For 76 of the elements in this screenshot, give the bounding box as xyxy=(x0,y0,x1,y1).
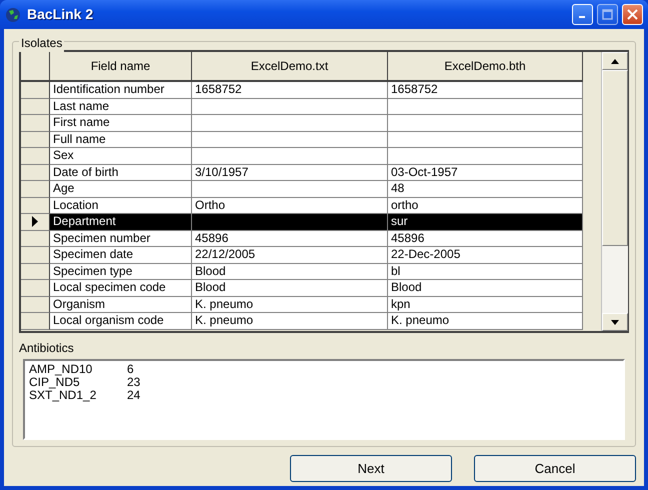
table-cell: bl xyxy=(388,264,583,280)
table-cell: Specimen date xyxy=(50,247,192,264)
table-cell: Organism xyxy=(50,296,192,313)
table-cell: 3/10/1957 xyxy=(192,164,388,181)
table-cell: Specimen type xyxy=(50,264,192,280)
antibiotics-list[interactable]: AMP_ND10 6 CIP_ND5 23 SXT_ND1_2 24 xyxy=(23,359,625,440)
table-cell: Date of birth xyxy=(50,164,192,181)
cancel-button[interactable]: Cancel xyxy=(474,455,636,482)
scrollbar-thumb[interactable] xyxy=(602,70,628,246)
table-cell: Full name xyxy=(50,132,192,148)
row-selector[interactable] xyxy=(21,313,50,330)
scroll-up-button[interactable] xyxy=(602,52,628,70)
next-button[interactable]: Next xyxy=(290,455,452,482)
antibiotic-name: AMP_ND10 xyxy=(29,363,94,376)
close-icon xyxy=(627,9,638,20)
table-cell: Specimen number xyxy=(50,230,192,247)
globe-icon xyxy=(5,6,21,22)
table-cell: Local organism code xyxy=(50,313,192,330)
row-selector[interactable] xyxy=(21,164,50,181)
table-cell: Blood xyxy=(192,264,388,280)
table-cell: First name xyxy=(50,115,192,132)
table-cell: 1658752 xyxy=(388,82,583,98)
table-cell: 45896 xyxy=(192,230,388,247)
table-cell: Last name xyxy=(50,98,192,115)
column-header[interactable]: ExcelDemo.bth xyxy=(388,52,583,82)
table-cell: Age xyxy=(50,181,192,198)
table-cell: Location xyxy=(50,198,192,214)
antibiotic-name: CIP_ND5 xyxy=(29,376,80,389)
row-selector[interactable] xyxy=(21,115,50,132)
up-arrow-icon xyxy=(611,58,619,64)
antibiotic-value: 23 xyxy=(127,376,142,389)
table-cell: Sex xyxy=(50,148,192,164)
current-row-icon xyxy=(32,216,38,228)
table-cell: ortho xyxy=(388,198,583,214)
antibiotic-name: SXT_ND1_2 xyxy=(29,389,98,402)
table-cell: 45896 xyxy=(388,230,583,247)
antibiotic-value: 6 xyxy=(127,363,135,376)
antibiotic-value: 24 xyxy=(127,389,142,402)
row-selector[interactable] xyxy=(21,132,50,148)
column-header[interactable]: ExcelDemo.txt xyxy=(192,52,388,82)
maximize-button[interactable] xyxy=(597,4,618,25)
table-cell: sur xyxy=(388,214,583,230)
row-selector[interactable] xyxy=(21,98,50,115)
table-cell: K. pneumo xyxy=(192,296,388,313)
table-cell: 22-Dec-2005 xyxy=(388,247,583,264)
table-cell: Ortho xyxy=(192,198,388,214)
row-selector[interactable] xyxy=(21,181,50,198)
table-cell: Local specimen code xyxy=(50,280,192,296)
table-cell: 03-Oct-1957 xyxy=(388,164,583,181)
column-header[interactable]: Field name xyxy=(50,52,192,82)
table-cell: K. pneumo xyxy=(388,313,583,330)
group-label: Antibiotics xyxy=(19,341,74,355)
table-cell: Department xyxy=(50,214,192,230)
table-cell: K. pneumo xyxy=(192,313,388,330)
row-selector[interactable] xyxy=(21,198,50,214)
window-title: BacLink 2 xyxy=(27,5,94,24)
row-selector[interactable] xyxy=(21,148,50,164)
maximize-icon xyxy=(602,9,613,20)
row-selector[interactable] xyxy=(21,230,50,247)
table-cell: 1658752 xyxy=(192,82,388,98)
down-arrow-icon xyxy=(611,320,619,324)
table-cell: Blood xyxy=(192,280,388,296)
table-cell: 22/12/2005 xyxy=(192,247,388,264)
minimize-button[interactable] xyxy=(572,4,593,25)
table-cell: Identification number xyxy=(50,82,192,98)
row-selector[interactable] xyxy=(21,264,50,280)
close-button[interactable] xyxy=(622,4,643,25)
row-selector[interactable] xyxy=(21,214,50,230)
table-cell: kpn xyxy=(388,296,583,313)
table-cell: Blood xyxy=(388,280,583,296)
row-selector[interactable] xyxy=(21,247,50,264)
row-selector[interactable] xyxy=(21,296,50,313)
table-cell: 48 xyxy=(388,181,583,198)
row-selector[interactable] xyxy=(21,82,50,98)
scroll-down-button[interactable] xyxy=(602,313,628,331)
row-selector[interactable] xyxy=(21,280,50,296)
